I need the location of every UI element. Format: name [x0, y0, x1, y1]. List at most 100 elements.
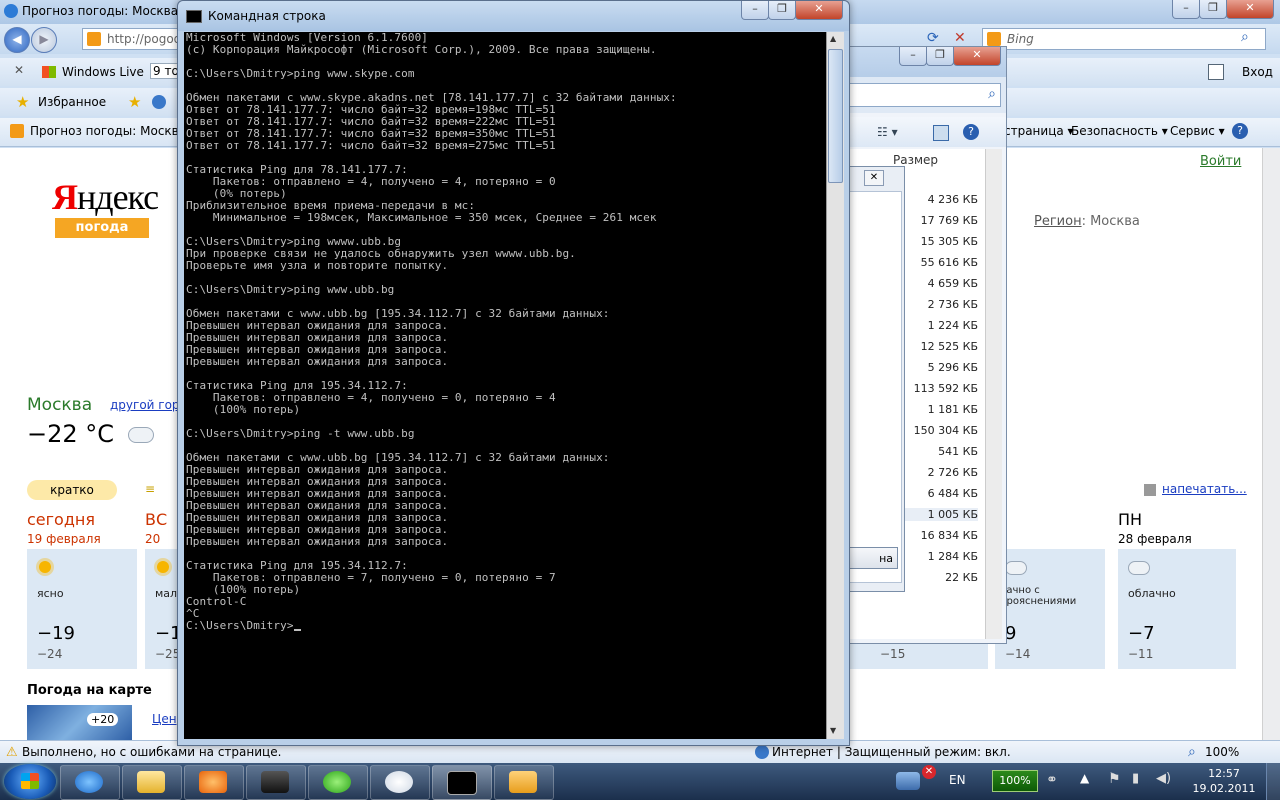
volume-icon[interactable]: ◀) — [1156, 771, 1171, 786]
tray-clock[interactable]: 12:57 19.02.2011 — [1188, 767, 1260, 795]
forecast-day-card[interactable]: мал −1 −25 — [145, 549, 182, 669]
cmd-scroll-thumb[interactable] — [828, 49, 843, 183]
login-link[interactable]: Вход — [1242, 65, 1273, 79]
flag-icon[interactable]: ⚑ — [1108, 771, 1121, 787]
scroll-down-icon[interactable]: ▼ — [830, 726, 836, 735]
region-selector[interactable]: Регион: Москва — [1034, 214, 1140, 229]
console-output: Microsoft Windows [Version 6.1.7600] (c)… — [186, 32, 677, 632]
taskbar-compass-button[interactable] — [370, 765, 430, 800]
explorer-scrollbar[interactable] — [985, 149, 1002, 639]
cmd-icon — [186, 10, 202, 23]
size-column-header[interactable]: Размер — [893, 153, 938, 167]
show-desktop-button[interactable] — [1266, 763, 1280, 800]
forecast-low: −24 — [37, 647, 63, 661]
zoom-level[interactable]: 100% — [1205, 745, 1239, 759]
forecast-day-card[interactable]: ясно −19 −24 — [27, 549, 137, 669]
battery-indicator[interactable]: 100% — [992, 770, 1038, 792]
print-icon[interactable] — [1144, 484, 1156, 496]
page-scrollbar[interactable] — [1262, 148, 1280, 740]
tools-menu[interactable]: Сервис ▾ — [1170, 124, 1225, 138]
address-input[interactable]: http://pogod — [82, 28, 181, 50]
ie-maximize-button[interactable]: ❐ — [1199, 0, 1227, 19]
explorer-search-row: ⌕ — [841, 77, 1006, 113]
dialog-close-icon[interactable]: ✕ — [864, 170, 884, 186]
help-icon[interactable]: ? — [963, 124, 979, 140]
preview-pane-icon[interactable] — [933, 125, 949, 141]
search-icon[interactable]: ⌕ — [1241, 29, 1249, 45]
explorer-close-button[interactable]: ✕ — [953, 47, 1001, 66]
scroll-up-icon[interactable]: ▲ — [830, 34, 836, 43]
forecast-day-card[interactable]: облачно −7 −11 — [1118, 549, 1236, 669]
print-link[interactable]: напечатать... — [1162, 482, 1247, 496]
taskbar-media-player-button[interactable] — [184, 765, 244, 800]
other-city-link[interactable]: другой гор — [110, 398, 180, 412]
tab-favicon-icon — [10, 124, 24, 138]
sun-cloud-icon — [157, 561, 169, 573]
tray-expand-icon[interactable]: ▲ — [1080, 771, 1089, 785]
search-input[interactable]: Bing ⌕ — [982, 28, 1266, 50]
taskbar-cmd-button[interactable] — [432, 765, 492, 800]
favorites-button[interactable]: Избранное — [38, 95, 106, 109]
checkbox-icon[interactable] — [1208, 64, 1224, 80]
cloud-icon — [1005, 561, 1027, 575]
detailed-view-icon[interactable]: ≡ — [145, 482, 155, 496]
map-title: Погода на карте — [27, 683, 152, 698]
zoom-icon[interactable]: ⌕ — [1188, 744, 1196, 760]
taskbar-icq-button[interactable] — [308, 765, 368, 800]
toolbar-close-icon[interactable]: ✕ — [14, 63, 24, 77]
login-link-yandex[interactable]: Войти — [1200, 154, 1241, 169]
suggested-sites-icon[interactable] — [152, 95, 166, 109]
forecast-low: −11 — [1128, 647, 1154, 661]
ie-window-title: Прогноз погоды: Москва (Р — [22, 4, 194, 18]
explorer-search-input[interactable]: ⌕ — [845, 83, 1001, 107]
cmd-maximize-button[interactable]: ❐ — [768, 1, 796, 20]
ie-close-button[interactable]: ✕ — [1226, 0, 1274, 19]
weather-map-thumbnail[interactable]: +20 — [27, 705, 132, 740]
cmd-minimize-button[interactable]: – — [741, 1, 769, 20]
map-link[interactable]: Цен — [152, 712, 177, 726]
short-view-button[interactable]: кратко — [27, 480, 117, 500]
network-icon[interactable] — [896, 772, 920, 790]
explorer-minimize-button[interactable]: – — [899, 47, 927, 66]
explorer-maximize-button[interactable]: ❐ — [926, 47, 954, 66]
error-badge-icon: ✕ — [922, 765, 936, 779]
start-button[interactable] — [4, 764, 56, 799]
clock-date: 19.02.2011 — [1192, 782, 1256, 795]
windows-logo-icon — [21, 773, 39, 789]
warning-icon[interactable]: ⚠ — [6, 745, 18, 760]
laptop-icon — [261, 771, 289, 793]
explorer-titlebar[interactable]: – ❐ ✕ — [841, 47, 1006, 77]
day-name: ВС — [145, 510, 168, 529]
cmd-titlebar[interactable]: Командная строка – ❐ ✕ — [178, 1, 849, 31]
forecast-high: −7 — [1128, 623, 1155, 644]
console-area[interactable]: Microsoft Windows [Version 6.1.7600] (c)… — [184, 32, 826, 739]
link-icon[interactable]: ⚭ — [1046, 772, 1058, 788]
taskbar-explorer-button[interactable] — [122, 765, 182, 800]
view-options-icon[interactable]: ☷ ▾ — [877, 125, 898, 139]
forecast-day-card[interactable]: лачно с прояснениями 9 −14 — [995, 549, 1105, 669]
text-cursor — [293, 629, 301, 631]
safety-menu[interactable]: Безопасность ▾ — [1071, 124, 1168, 138]
language-indicator[interactable]: EN — [949, 773, 966, 787]
dialog-button[interactable]: на — [848, 547, 898, 569]
day-date: 28 февраля — [1118, 532, 1192, 546]
icq-icon — [323, 771, 351, 793]
help-icon[interactable]: ? — [1232, 123, 1248, 139]
sun-icon — [39, 561, 51, 573]
taskbar-laptop-button[interactable] — [246, 765, 306, 800]
windows-live-link[interactable]: Windows Live — [62, 65, 144, 79]
add-favorite-icon[interactable]: ★ — [128, 93, 141, 111]
forward-button[interactable]: ▶ — [31, 27, 57, 53]
ie-minimize-button[interactable]: – — [1172, 0, 1200, 19]
taskbar-ie-button[interactable] — [60, 765, 120, 800]
forecast-condition: облачно — [1128, 587, 1176, 600]
power-icon[interactable]: ▮ — [1132, 771, 1139, 786]
yandex-logo[interactable]: Яндекс — [52, 176, 159, 218]
pogoda-badge[interactable]: погода — [55, 218, 149, 238]
site-favicon-icon — [87, 32, 101, 46]
taskbar-paint-button[interactable] — [494, 765, 554, 800]
page-menu[interactable]: страница ▾ — [1004, 124, 1074, 138]
cmd-close-button[interactable]: ✕ — [795, 1, 843, 20]
short-view-label: кратко — [50, 483, 94, 497]
back-button[interactable]: ◀ — [4, 27, 30, 53]
